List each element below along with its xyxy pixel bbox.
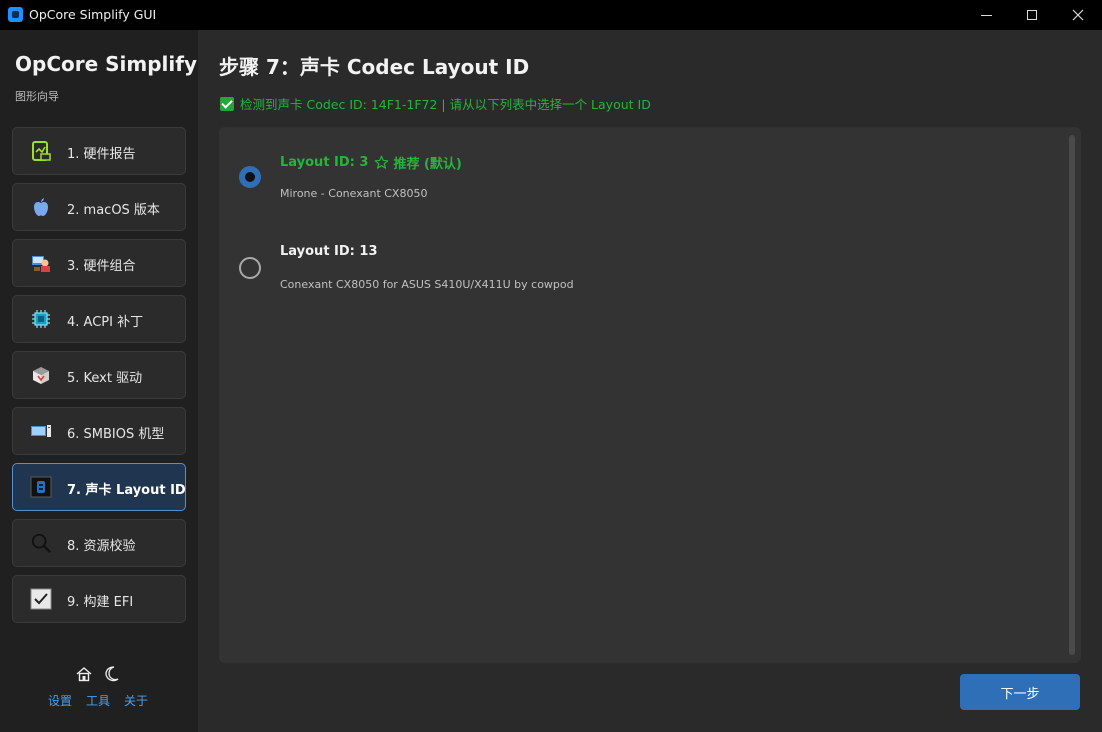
option-description: Mirone - Conexant CX8050 [280, 187, 428, 200]
nav-item-build-efi[interactable]: 9. 构建 EFI [12, 575, 186, 623]
recommended-tag: 推荐 (默认) [393, 157, 462, 172]
layout-option[interactable]: Layout ID: 13 Conexant CX8050 for ASUS S… [219, 238, 1059, 308]
home-icon[interactable] [76, 666, 92, 686]
about-link[interactable]: 关于 [124, 692, 148, 709]
nav-label: 6. SMBIOS 机型 [67, 427, 165, 442]
maximize-button[interactable] [1009, 0, 1055, 30]
brand-subtitle: 图形向导 [15, 90, 59, 103]
report-icon [30, 140, 52, 162]
sound-icon [30, 476, 52, 498]
next-button[interactable]: 下一步 [960, 674, 1080, 710]
radio-unselected[interactable] [239, 257, 261, 279]
nav-item-sound-layout-id[interactable]: 7. 声卡 Layout ID [12, 463, 186, 511]
computer-icon [30, 420, 52, 442]
main-content: 步骤 7：声卡 Codec Layout ID 检测到声卡 Codec ID: … [198, 30, 1102, 732]
app-icon [8, 7, 23, 22]
star-icon [374, 155, 389, 170]
nav-label: 2. macOS 版本 [67, 203, 160, 218]
close-button[interactable] [1055, 0, 1101, 30]
status-message: 检测到声卡 Codec ID: 14F1-1F72 | 请从以下列表中选择一个 … [220, 94, 651, 113]
nav-label: 5. Kext 驱动 [67, 371, 143, 386]
layout-option[interactable]: Layout ID: 3 推荐 (默认) Mirone - Conexant C… [219, 147, 1059, 217]
nav-item-resource-check[interactable]: 8. 资源校验 [12, 519, 186, 567]
window-title: OpCore Simplify GUI [29, 7, 157, 22]
nav-label: 9. 构建 EFI [67, 595, 134, 610]
nav-item-hardware-combo[interactable]: 3. 硬件组合 [12, 239, 186, 287]
package-icon [30, 364, 52, 386]
nav-item-macos-version[interactable]: 2. macOS 版本 [12, 183, 186, 231]
nav-label: 7. 声卡 Layout ID [67, 483, 186, 498]
moon-icon[interactable] [104, 666, 120, 686]
nav-label: 8. 资源校验 [67, 539, 136, 554]
title-bar: OpCore Simplify GUI [0, 0, 1102, 30]
tools-link[interactable]: 工具 [86, 692, 110, 709]
nav-item-hardware-report[interactable]: 1. 硬件报告 [12, 127, 186, 175]
radio-selected[interactable] [239, 166, 261, 188]
minimize-icon [980, 14, 992, 16]
option-title: Layout ID: 13 [280, 244, 378, 259]
hardware-icon [30, 252, 52, 274]
option-title-text: Layout ID: 3 [280, 155, 369, 170]
check-icon [220, 96, 234, 111]
page-title: 步骤 7：声卡 Codec Layout ID [219, 55, 530, 79]
footer-icons [76, 666, 120, 686]
checkbox-icon [30, 588, 52, 610]
nav-item-kext[interactable]: 5. Kext 驱动 [12, 351, 186, 399]
magnifier-icon [30, 532, 52, 554]
scrollbar[interactable] [1069, 135, 1075, 655]
footer-links: 设置 工具 关于 [48, 692, 148, 709]
minimize-button[interactable] [963, 0, 1009, 30]
close-icon [1072, 9, 1084, 21]
option-title: Layout ID: 3 推荐 (默认) [280, 153, 462, 172]
chip-icon [30, 308, 52, 330]
nav-item-acpi-patch[interactable]: 4. ACPI 补丁 [12, 295, 186, 343]
nav-label: 4. ACPI 补丁 [67, 315, 144, 330]
nav-item-smbios[interactable]: 6. SMBIOS 机型 [12, 407, 186, 455]
sidebar: OpCore Simplify 图形向导 1. 硬件报告 2. macOS 版本… [0, 30, 198, 732]
nav-label: 3. 硬件组合 [67, 259, 136, 274]
scrollbar-thumb[interactable] [1069, 135, 1075, 655]
status-text: 检测到声卡 Codec ID: 14F1-1F72 | 请从以下列表中选择一个 … [240, 97, 651, 112]
apple-icon [30, 196, 52, 218]
option-description: Conexant CX8050 for ASUS S410U/X411U by … [280, 278, 574, 291]
nav-label: 1. 硬件报告 [67, 147, 136, 162]
brand-title: OpCore Simplify [15, 52, 197, 76]
settings-link[interactable]: 设置 [48, 692, 72, 709]
layout-options-panel: Layout ID: 3 推荐 (默认) Mirone - Conexant C… [219, 127, 1081, 663]
maximize-icon [1027, 10, 1037, 20]
